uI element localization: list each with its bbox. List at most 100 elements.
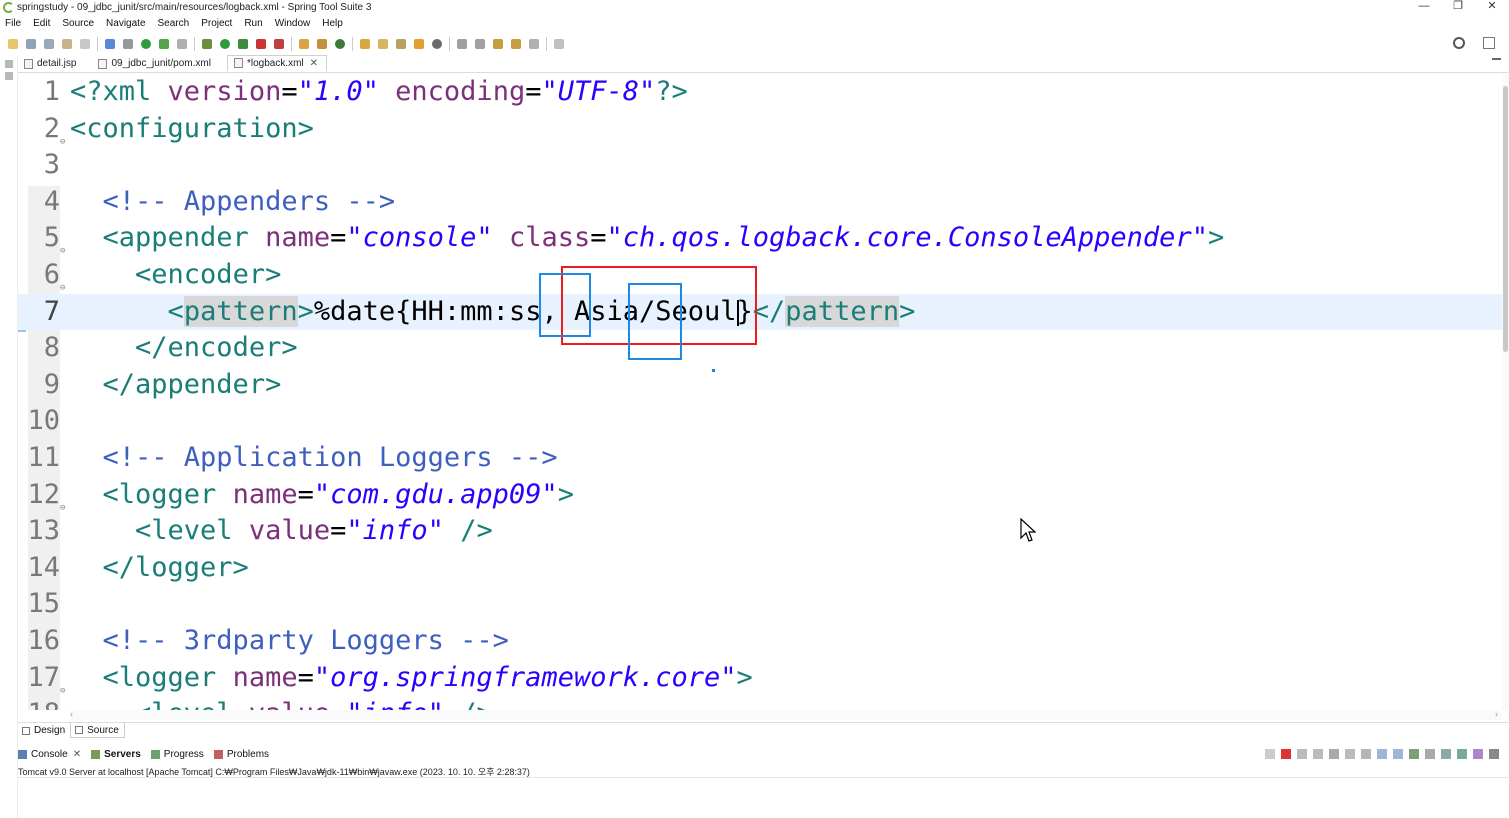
minimize-editor-icon[interactable]: [1492, 58, 1501, 60]
display-console-icon[interactable]: [1425, 749, 1435, 759]
coverage-icon[interactable]: [238, 39, 248, 49]
tab-console[interactable]: Console ✕: [18, 749, 81, 760]
perspective-icon[interactable]: [1483, 37, 1495, 49]
code-line[interactable]: 3: [18, 147, 1502, 184]
menu-window[interactable]: Window: [275, 18, 311, 29]
settings-icon[interactable]: [1473, 749, 1483, 759]
code-line[interactable]: 14 </logger>: [18, 550, 1502, 587]
word-wrap-icon[interactable]: [1361, 749, 1371, 759]
code-text: <logger name="org.springframework.core">: [70, 660, 753, 696]
tab-source[interactable]: Source: [70, 723, 125, 738]
last-edit-icon[interactable]: [493, 39, 503, 49]
menu-source[interactable]: Source: [62, 18, 94, 29]
horizontal-scrollbar[interactable]: ‹ ›: [70, 709, 1502, 720]
minimize-button[interactable]: —: [1407, 0, 1441, 15]
save-icon[interactable]: [26, 39, 36, 49]
code-line[interactable]: 10: [18, 403, 1502, 440]
blue-highlight-box: [539, 273, 591, 337]
forward-icon[interactable]: [529, 39, 539, 49]
vertical-scrollbar[interactable]: [1502, 74, 1509, 710]
code-line[interactable]: 6 ⊖ <encoder>: [18, 257, 1502, 294]
open-console-icon[interactable]: [1441, 749, 1451, 759]
code-line[interactable]: 8 </encoder>: [18, 330, 1502, 367]
back-icon[interactable]: [511, 39, 521, 49]
pin-console-icon[interactable]: [1409, 749, 1419, 759]
clear-console-icon[interactable]: [1329, 749, 1339, 759]
console-output-area[interactable]: [18, 777, 1509, 818]
show-on-output-icon[interactable]: [1377, 749, 1387, 759]
spring-boot-icon[interactable]: [177, 39, 187, 49]
pen-icon[interactable]: [414, 39, 424, 49]
code-line[interactable]: 1 <?xml version="1.0" encoding="UTF-8"?>: [18, 74, 1502, 111]
pin-editor-icon[interactable]: [554, 39, 564, 49]
menu-file[interactable]: File: [5, 18, 21, 29]
tab-pom-xml[interactable]: 09_jdbc_junit/pom.xml: [92, 55, 219, 72]
disconnect-icon[interactable]: [1265, 749, 1275, 759]
next-annotation-icon[interactable]: [457, 39, 467, 49]
restore-icon[interactable]: [5, 60, 13, 68]
code-line[interactable]: 18 <level value="info" />: [18, 696, 1502, 710]
code-line[interactable]: 16 <!-- 3rdparty Loggers -->: [18, 623, 1502, 660]
scrollbar-thumb[interactable]: [1503, 86, 1508, 352]
new-icon[interactable]: [8, 39, 18, 49]
view-menu-icon[interactable]: [1457, 749, 1467, 759]
code-line[interactable]: 2 ⊖ <configuration>: [18, 111, 1502, 148]
debug-icon[interactable]: [202, 39, 212, 49]
menu-navigate[interactable]: Navigate: [106, 18, 145, 29]
previous-annotation-icon[interactable]: [475, 39, 485, 49]
start-server-icon[interactable]: [141, 39, 151, 49]
close-icon[interactable]: ✕: [310, 58, 318, 69]
print-icon[interactable]: [62, 39, 72, 49]
menu-project[interactable]: Project: [201, 18, 232, 29]
tab-problems[interactable]: Problems: [213, 749, 269, 760]
menu-help[interactable]: Help: [322, 18, 343, 29]
external-tools-icon[interactable]: [256, 39, 266, 49]
new-package-icon[interactable]: [317, 39, 327, 49]
code-line[interactable]: 12 ⊖ <logger name="com.gdu.app09">: [18, 477, 1502, 514]
tab-detail-jsp[interactable]: detail.jsp: [18, 55, 84, 72]
run-icon[interactable]: [220, 39, 230, 49]
ant-icon[interactable]: [274, 39, 284, 49]
show-on-error-icon[interactable]: [1393, 749, 1403, 759]
scroll-right-icon[interactable]: ›: [1495, 709, 1498, 719]
tab-logback-xml[interactable]: *logback.xml ✕: [226, 55, 328, 72]
terminal-icon[interactable]: [105, 39, 115, 49]
restore-button[interactable]: ❐: [1441, 0, 1475, 15]
open-task-icon[interactable]: [378, 39, 388, 49]
code-line[interactable]: 4 <!-- Appenders -->: [18, 184, 1502, 221]
open-type-icon[interactable]: [360, 39, 370, 49]
package-explorer-icon[interactable]: [5, 72, 13, 80]
properties-icon[interactable]: [80, 39, 90, 49]
menu-edit[interactable]: Edit: [33, 18, 50, 29]
search-toolbar-icon[interactable]: [396, 39, 406, 49]
xml-source-editor[interactable]: 1 <?xml version="1.0" encoding="UTF-8"?> 2…: [18, 74, 1502, 710]
code-line[interactable]: 13 <level value="info" />: [18, 513, 1502, 550]
tab-servers[interactable]: Servers: [91, 749, 141, 760]
code-line[interactable]: 7 <pattern>%date{HH:mm:ss, Asia/Seoul}</…: [18, 293, 1502, 331]
code-line[interactable]: 15: [18, 586, 1502, 623]
tab-design[interactable]: Design: [18, 723, 70, 738]
skip-breakpoints-icon[interactable]: [123, 39, 133, 49]
globe-icon[interactable]: [432, 39, 442, 49]
code-line[interactable]: 11 <!-- Application Loggers -->: [18, 440, 1502, 477]
menu-search[interactable]: Search: [158, 18, 190, 29]
terminate-icon[interactable]: [1281, 749, 1291, 759]
gear-icon[interactable]: [1489, 749, 1499, 759]
refresh-icon[interactable]: [159, 39, 169, 49]
search-icon[interactable]: [1453, 37, 1465, 49]
new-java-project-icon[interactable]: [299, 39, 309, 49]
remove-all-icon[interactable]: [1313, 749, 1323, 759]
scroll-left-icon[interactable]: ‹: [70, 709, 73, 719]
code-line[interactable]: 17 ⊖ <logger name="org.springframework.co…: [18, 660, 1502, 697]
remove-launch-icon[interactable]: [1297, 749, 1307, 759]
save-all-icon[interactable]: [44, 39, 54, 49]
new-class-icon[interactable]: [335, 39, 345, 49]
menu-run[interactable]: Run: [244, 18, 262, 29]
scroll-lock-icon[interactable]: [1345, 749, 1355, 759]
close-button[interactable]: ✕: [1475, 0, 1509, 15]
tab-progress[interactable]: Progress: [150, 749, 204, 760]
code-line[interactable]: 9 </appender>: [18, 367, 1502, 404]
code-line[interactable]: 5 ⊖ <appender name="console" class="ch.qo…: [18, 220, 1502, 257]
close-icon[interactable]: ✕: [73, 749, 81, 760]
